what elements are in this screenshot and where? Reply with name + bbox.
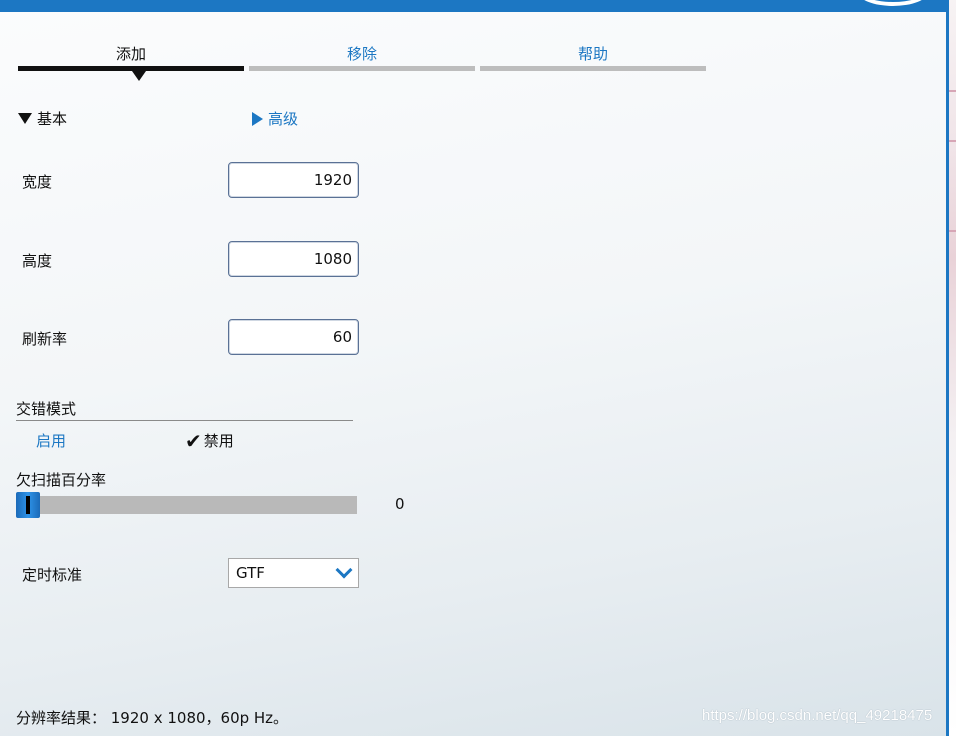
custom-resolution-panel: 添加 移除 帮助 基本 高级 宽度 高度 刷新率 交错模式 启用 ✔ 禁用 欠扫… (0, 0, 946, 736)
height-label: 高度 (22, 252, 53, 270)
width-label: 宽度 (22, 173, 53, 191)
interlace-enable-label: 启用 (36, 432, 67, 450)
tab-add-label: 添加 (115, 45, 146, 63)
timing-standard-select[interactable]: GTF (228, 558, 359, 588)
tab-remove-underline (249, 66, 475, 71)
tab-add-underline (18, 66, 244, 71)
watermark-text: https://blog.csdn.net/qq_49218475 (702, 707, 933, 724)
background-wallpaper (949, 0, 956, 736)
tab-help-underline (480, 66, 706, 71)
tab-help[interactable]: 帮助 (480, 44, 706, 71)
overscan-value: 0 (395, 495, 405, 513)
tab-add[interactable]: 添加 (18, 44, 244, 81)
refresh-rate-label: 刷新率 (22, 330, 68, 348)
tab-remove-label: 移除 (346, 45, 377, 63)
wallpaper-stroke (949, 230, 956, 232)
timing-standard-label: 定时标准 (22, 566, 83, 584)
interlace-divider (16, 420, 353, 421)
triangle-right-icon (252, 111, 263, 126)
chevron-down-icon (335, 561, 353, 579)
interlace-enable-option[interactable]: 启用 (36, 430, 66, 451)
basic-section-label: 基本 (37, 110, 68, 128)
tab-remove[interactable]: 移除 (249, 44, 475, 71)
interlace-mode-title: 交错模式 (16, 400, 77, 418)
basic-section-toggle[interactable]: 基本 (18, 108, 67, 129)
tab-active-pointer-icon (132, 71, 146, 81)
timing-standard-value: GTF (236, 564, 265, 582)
resolution-result-text: 分辨率结果： 1920 x 1080，60p Hz。 (16, 709, 289, 727)
interlace-disable-option[interactable]: ✔ 禁用 (185, 430, 234, 451)
overscan-label: 欠扫描百分率 (16, 471, 107, 489)
title-bar (0, 0, 946, 12)
advanced-section-label: 高级 (268, 110, 299, 128)
refresh-rate-input[interactable] (228, 319, 359, 355)
advanced-section-toggle[interactable]: 高级 (252, 108, 298, 129)
intel-logo-icon (858, 0, 928, 6)
overscan-slider-track[interactable] (16, 496, 357, 514)
wallpaper-stroke (949, 140, 956, 142)
interlace-disable-label: 禁用 (203, 432, 234, 450)
checkmark-icon: ✔ (185, 428, 202, 453)
overscan-slider-thumb[interactable] (16, 492, 40, 518)
tab-help-label: 帮助 (577, 45, 608, 63)
triangle-down-icon (18, 113, 32, 124)
height-input[interactable] (228, 241, 359, 277)
slider-grip-icon (26, 496, 30, 514)
width-input[interactable] (228, 162, 359, 198)
wallpaper-stroke (949, 90, 956, 92)
